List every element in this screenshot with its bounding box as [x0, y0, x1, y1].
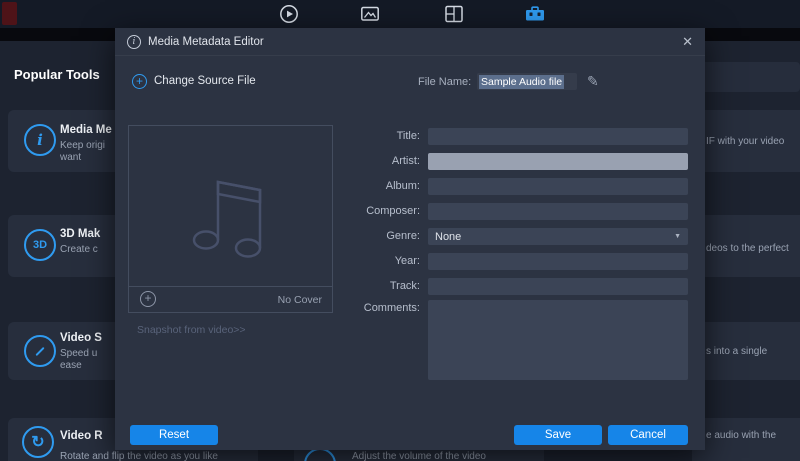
genre-value: None [435, 231, 461, 243]
composer-label: Composer: [328, 205, 420, 217]
album-label: Album: [328, 180, 420, 192]
change-source-file-button[interactable]: Change Source File [154, 75, 256, 87]
tool-card-desc: deos to the perfect [706, 243, 789, 254]
comments-field[interactable] [428, 300, 688, 380]
genre-dropdown[interactable]: None ▼ [428, 228, 688, 245]
year-label: Year: [328, 255, 420, 267]
speedometer-icon [24, 335, 56, 367]
track-field[interactable] [428, 278, 688, 295]
header-panel-fragment [700, 62, 800, 92]
media-metadata-editor-dialog: i Media Metadata Editor ✕ + Change Sourc… [115, 28, 705, 450]
file-name-value: Sample Audio file [479, 75, 564, 89]
info-icon: i [127, 35, 141, 49]
info-icon: i [24, 124, 56, 156]
reset-button[interactable]: Reset [130, 425, 218, 445]
tool-card-desc: Adjust the volume of the video [352, 451, 486, 461]
music-note-icon [176, 152, 286, 262]
3d-icon: 3D [24, 229, 56, 261]
tool-card-desc: e audio with the [706, 430, 776, 441]
tool-card-desc: s into a single [706, 346, 767, 357]
tool-card-right-4[interactable]: e audio with the [692, 418, 800, 461]
edit-pencil-icon[interactable]: ✎ [587, 73, 599, 90]
dialog-header: i Media Metadata Editor ✕ [115, 28, 705, 56]
no-cover-label: No Cover [278, 294, 322, 306]
tool-card-desc: ease [60, 360, 82, 371]
album-field[interactable] [428, 178, 688, 195]
topbar [0, 0, 800, 28]
tool-card-title: 3D Mak [60, 228, 100, 240]
video-player-tab-icon[interactable] [276, 3, 302, 25]
dialog-title: Media Metadata Editor [148, 36, 264, 48]
page-title: Popular Tools [14, 67, 100, 82]
toolbox-tab-icon[interactable] [522, 3, 548, 25]
artist-label: Artist: [328, 155, 420, 167]
file-name-label: File Name: [418, 76, 471, 88]
tool-card-desc: want [60, 152, 81, 163]
tool-card-desc: Create c [60, 244, 98, 255]
title-field[interactable] [428, 128, 688, 145]
snapshot-from-video-link[interactable]: Snapshot from video>> [137, 324, 246, 336]
cover-art-box: + No Cover [128, 125, 333, 313]
tool-card-title: Media Me [60, 124, 112, 136]
tool-card-desc: Speed u [60, 348, 97, 359]
app-window: Popular Tools i Media Me Keep origi want… [0, 0, 800, 461]
tool-card-right-1[interactable]: IF with your video [692, 110, 800, 172]
track-label: Track: [328, 280, 420, 292]
cover-actions-bar: + No Cover [129, 286, 332, 312]
comments-label: Comments: [328, 302, 420, 314]
tool-card-title: Video S [60, 332, 102, 344]
tool-card-desc: Rotate and flip the video as you like [60, 451, 218, 461]
save-button[interactable]: Save [514, 425, 602, 445]
artist-field[interactable] [428, 153, 688, 170]
chevron-down-icon: ▼ [674, 233, 681, 240]
rotate-icon: ↻ [22, 426, 54, 458]
collage-maker-tab-icon[interactable] [441, 3, 467, 25]
title-label: Title: [328, 130, 420, 142]
app-logo [2, 2, 17, 25]
year-field[interactable] [428, 253, 688, 270]
tool-card-right-3[interactable]: s into a single [692, 322, 800, 380]
genre-label: Genre: [328, 230, 420, 242]
tool-card-desc: Keep origi [60, 140, 105, 151]
tool-card-title: Video R [60, 430, 103, 442]
add-cover-icon[interactable]: + [140, 291, 156, 307]
composer-field[interactable] [428, 203, 688, 220]
tool-card-desc: IF with your video [706, 136, 784, 147]
cover-art-area [129, 126, 332, 287]
close-icon[interactable]: ✕ [682, 34, 693, 50]
plus-icon[interactable]: + [132, 74, 147, 89]
mv-maker-tab-icon[interactable] [357, 3, 383, 25]
file-name-input[interactable]: Sample Audio file [477, 73, 577, 90]
tool-card-right-2[interactable]: deos to the perfect [692, 215, 800, 277]
cancel-button[interactable]: Cancel [608, 425, 688, 445]
